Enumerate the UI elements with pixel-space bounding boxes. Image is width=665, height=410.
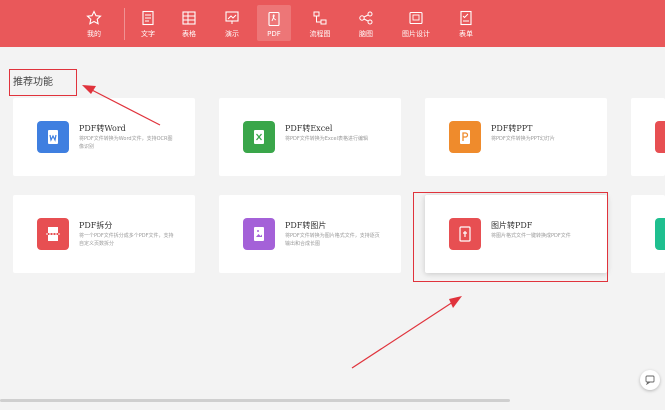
mindmap-icon [359, 11, 373, 25]
pdf-to-image-icon [243, 218, 275, 250]
nav-item-pdf[interactable]: PDF [257, 5, 291, 41]
card-description: 将PDF文件转换为PPT幻灯片 [491, 136, 555, 142]
nav-item-form[interactable]: 表单 [443, 0, 489, 47]
card-pdf-to-image[interactable]: PDF转图片 将PDF文件转换为图片格式文件，支持逐页输出和合成长图 [219, 195, 401, 273]
card-pdf-to-word[interactable]: PDF转Word 将PDF文件转换为Word文件，支持OCR图像识别 [13, 98, 195, 176]
card-partial[interactable] [631, 195, 665, 273]
nav-label-mine: 我的 [87, 30, 101, 38]
nav-item-image-design[interactable]: 图片设计 [393, 0, 439, 47]
image-design-icon [409, 11, 423, 25]
chat-bubble-icon [645, 375, 655, 385]
nav-item-mindmap[interactable]: 脑图 [343, 0, 389, 47]
nav-item-text[interactable]: 文字 [125, 0, 171, 47]
nav-label-presentation: 演示 [225, 30, 239, 38]
nav-item-presentation[interactable]: 演示 [209, 0, 255, 47]
card-title: PDF转图片 [285, 221, 327, 230]
nav-label-text: 文字 [141, 30, 155, 38]
card-pdf-split[interactable]: PDF拆分 将一个PDF文件拆分成多个PDF文件，支持自定义页数拆分 [13, 195, 195, 273]
card-title: PDF拆分 [79, 221, 113, 230]
arrowhead [449, 296, 462, 308]
arrowhead [82, 85, 96, 94]
annotation-arrow [351, 299, 457, 369]
pdf-icon [268, 11, 280, 26]
star-icon [86, 10, 102, 25]
nav-label-mindmap: 脑图 [359, 30, 373, 38]
table-icon [182, 11, 196, 25]
nav-label-pdf: PDF [267, 29, 281, 38]
card-partial[interactable] [631, 98, 665, 176]
ppt-icon [449, 121, 481, 153]
partial-card-icon [655, 218, 665, 250]
form-icon [460, 10, 472, 26]
card-pdf-to-ppt[interactable]: PDF转PPT 将PDF文件转换为PPT幻灯片 [425, 98, 607, 176]
nav-item-flowchart[interactable]: 流程图 [297, 0, 343, 47]
horizontal-scrollbar[interactable] [0, 399, 510, 402]
card-description: 将PDF文件转换为Word文件，支持OCR图像识别 [79, 136, 173, 150]
card-description: 将PDF文件转换为Excel表格进行编辑 [285, 136, 368, 142]
split-icon [37, 218, 69, 250]
nav-label-table: 表格 [182, 30, 196, 38]
excel-icon [243, 121, 275, 153]
annotation-highlight-box [9, 69, 77, 96]
card-title: PDF转PPT [491, 124, 533, 133]
nav-label-image-design: 图片设计 [402, 30, 430, 38]
annotation-highlight-box [413, 192, 608, 282]
card-description: 将PDF文件转换为图片格式文件，支持逐页输出和合成长图 [285, 233, 380, 247]
card-description: 将一个PDF文件拆分成多个PDF文件，支持自定义页数拆分 [79, 233, 174, 247]
card-pdf-to-excel[interactable]: PDF转Excel 将PDF文件转换为Excel表格进行编辑 [219, 98, 401, 176]
partial-card-icon [655, 121, 665, 153]
nav-label-form: 表单 [459, 30, 473, 38]
word-icon [37, 121, 69, 153]
flowchart-icon [313, 11, 327, 25]
nav-item-mine[interactable]: 我的 [71, 0, 117, 47]
chat-button[interactable] [640, 370, 660, 390]
card-title: PDF转Excel [285, 124, 333, 133]
top-nav-bar: 我的 文字 表格 演示 PDF 流程图 脑图 图片设计 表单 [0, 0, 665, 47]
document-icon [142, 10, 154, 26]
card-title: PDF转Word [79, 124, 126, 133]
presentation-icon [225, 11, 239, 24]
nav-label-flowchart: 流程图 [309, 30, 331, 38]
nav-item-table[interactable]: 表格 [166, 0, 212, 47]
